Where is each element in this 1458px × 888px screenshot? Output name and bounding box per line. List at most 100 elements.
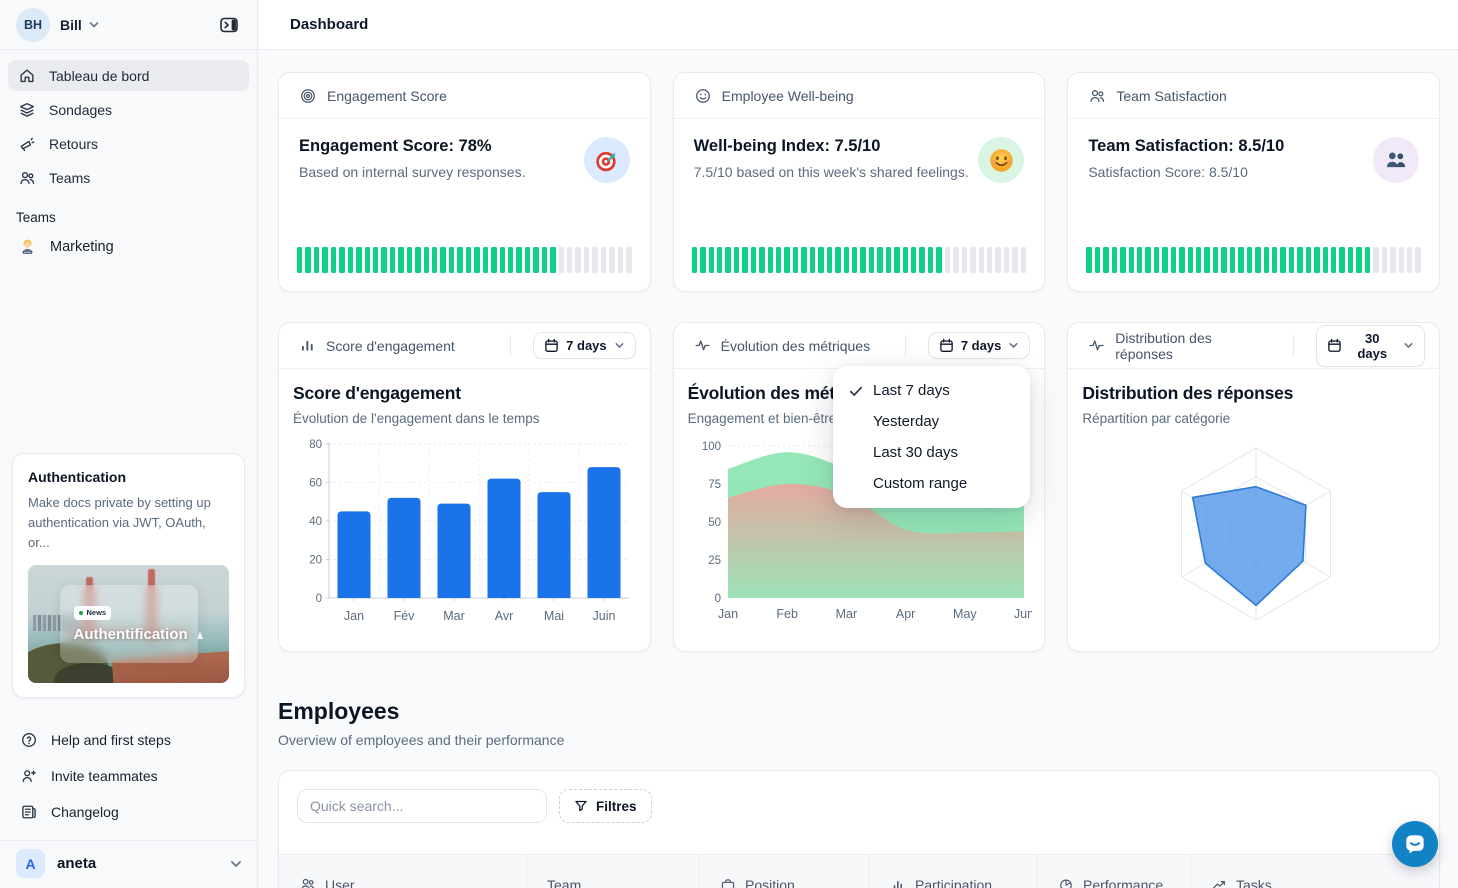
table-header-row: User Team Position Participation: [279, 854, 1439, 888]
sidebar-item-retours[interactable]: Retours: [8, 128, 249, 159]
invite-teammates-item[interactable]: Invite teammates: [8, 758, 249, 794]
team-item-label: Marketing: [50, 239, 114, 255]
svg-text:100: 100: [701, 441, 720, 453]
progress-tick: [751, 247, 756, 273]
column-header-participation[interactable]: Participation: [869, 855, 1037, 888]
progress-tick: [1230, 247, 1235, 273]
footer-item-label: Help and first steps: [51, 732, 171, 748]
date-range-button[interactable]: 30 days: [1316, 325, 1425, 367]
progress-tick: [609, 247, 614, 273]
column-header-user[interactable]: User: [279, 855, 526, 888]
progress-tick: [592, 247, 597, 273]
progress-tick: [533, 247, 538, 273]
date-range-menu: Last 7 days Yesterday Last 30 days Custo…: [833, 366, 1030, 508]
sidebar-item-teams[interactable]: Teams: [8, 162, 249, 193]
progress-tick: [911, 247, 916, 273]
promo-image: News Authentification: [28, 565, 229, 683]
collapse-sidebar-button[interactable]: [215, 11, 243, 39]
svg-text:Feb: Feb: [776, 607, 798, 621]
progress-tick: [1204, 247, 1209, 273]
teams-section-label: Teams: [16, 210, 257, 225]
sidebar-item-tableau-de-bord[interactable]: Tableau de bord: [8, 60, 249, 91]
svg-text:Mai: Mai: [544, 609, 564, 623]
users-icon: [1088, 87, 1106, 105]
column-header-performance[interactable]: Performance: [1037, 855, 1190, 888]
progress-tick: [1323, 247, 1328, 273]
progress-tick: [1339, 247, 1344, 273]
funnel-icon: [574, 799, 588, 813]
progress-tick: [1196, 247, 1201, 273]
progress-tick: [466, 247, 471, 273]
chevron-down-icon: [229, 857, 243, 871]
progress-tick: [793, 247, 798, 273]
help-and-first-steps-item[interactable]: Help and first steps: [8, 722, 249, 758]
svg-text:Jan: Jan: [344, 609, 364, 623]
progress-tick: [886, 247, 891, 273]
column-header-team[interactable]: Team: [526, 855, 699, 888]
column-header-position[interactable]: Position: [699, 855, 869, 888]
progress-tick: [1314, 247, 1319, 273]
progress-tick: [1095, 247, 1100, 273]
date-range-value: 7 days: [566, 338, 606, 353]
progress-tick: [297, 247, 302, 273]
promo-description: Make docs private by setting up authenti…: [28, 493, 229, 553]
menu-item-last-30-days[interactable]: Last 30 days: [833, 437, 1030, 468]
calendar-icon: [1327, 338, 1342, 353]
date-range-button[interactable]: 7 days: [928, 332, 1030, 359]
badge-dot: [79, 611, 83, 615]
card-header: Engagement Score: [279, 73, 650, 119]
chart-title: Distribution des réponses: [1082, 383, 1429, 404]
filters-button[interactable]: Filtres: [559, 789, 652, 823]
chevron-down-icon: [1008, 340, 1019, 351]
search-input[interactable]: [297, 789, 547, 823]
svg-text:60: 60: [309, 478, 322, 490]
users-icon: [18, 169, 36, 187]
menu-item-custom-range[interactable]: Custom range: [833, 468, 1030, 499]
progress-tick: [407, 247, 412, 273]
svg-text:Jan: Jan: [718, 607, 738, 621]
progress-tick: [1365, 247, 1370, 273]
workspace-avatar[interactable]: BH: [16, 8, 50, 42]
header-divider: [1293, 335, 1294, 357]
employee-well-being-card: Employee Well-being Well-being Index: 7.…: [673, 72, 1046, 292]
progress-tick: [725, 247, 730, 273]
progress-tick: [1255, 247, 1260, 273]
sidebar-item-label: Sondages: [49, 102, 112, 118]
progress-tick: [601, 247, 606, 273]
engagement-bar-chart: 020406080JanFévMarAvrMaiJuin: [293, 434, 637, 626]
progress-tick: [734, 247, 739, 273]
progress-tick: [810, 247, 815, 273]
sidebar-item-sondages[interactable]: Sondages: [8, 94, 249, 125]
menu-item-yesterday[interactable]: Yesterday: [833, 406, 1030, 437]
stat-subtitle: 7.5/10 based on this week's shared feeli…: [694, 164, 969, 180]
progress-tick: [1289, 247, 1294, 273]
changelog-item[interactable]: Changelog: [8, 794, 249, 830]
stat-body: Team Satisfaction: 8.5/10 Satisfaction S…: [1068, 119, 1439, 183]
progress-tickbar: [1086, 247, 1421, 273]
account-avatar: A: [16, 849, 45, 878]
progress-tick: [626, 247, 631, 273]
sidebar-item-marketing[interactable]: Marketing: [8, 231, 249, 262]
svg-text:0: 0: [316, 593, 322, 605]
progress-tick: [1356, 247, 1361, 273]
promo-card-authentication[interactable]: Authentication Make docs private by sett…: [12, 453, 245, 698]
sidebar-header: BH Bill: [0, 0, 257, 50]
progress-tick: [508, 247, 513, 273]
workspace-name[interactable]: Bill: [60, 17, 82, 33]
svg-text:80: 80: [309, 439, 322, 451]
target-emoji: [584, 137, 630, 183]
sidebar-nav: Tableau de bord Sondages Retours Teams: [0, 50, 257, 196]
menu-item-last-7-days[interactable]: Last 7 days: [833, 375, 1030, 406]
progress-tick: [877, 247, 882, 273]
date-range-button[interactable]: 7 days: [533, 332, 635, 359]
account-switcher[interactable]: A aneta: [0, 840, 257, 888]
progress-tick: [314, 247, 319, 273]
progress-tick: [415, 247, 420, 273]
progress-tick: [516, 247, 521, 273]
progress-tick: [618, 247, 623, 273]
progress-tick: [1306, 247, 1311, 273]
svg-text:0: 0: [714, 593, 720, 605]
chat-launcher-button[interactable]: [1392, 821, 1438, 867]
progress-tick: [432, 247, 437, 273]
stat-subtitle: Satisfaction Score: 8.5/10: [1088, 164, 1284, 180]
